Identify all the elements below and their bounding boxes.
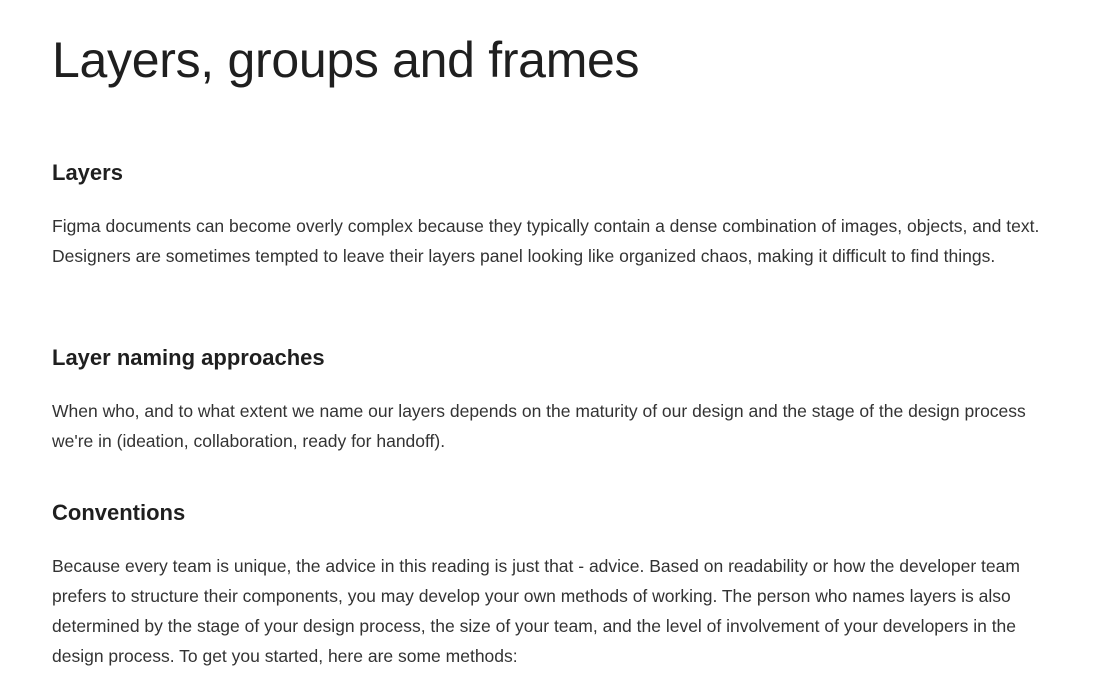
section-heading-layers: Layers — [52, 160, 123, 185]
section-heading-conventions: Conventions — [52, 500, 186, 525]
page-title: Layers, groups and frames — [52, 32, 640, 88]
paragraph-conventions: Because every team is unique, the advice… — [52, 556, 1020, 666]
paragraph-layer-naming-approaches: When who, and to what extent we name our… — [52, 401, 1026, 451]
section-heading-layer-naming-approaches: Layer naming approaches — [52, 345, 325, 370]
paragraph-layers: Figma documents can become overly comple… — [52, 216, 1040, 266]
